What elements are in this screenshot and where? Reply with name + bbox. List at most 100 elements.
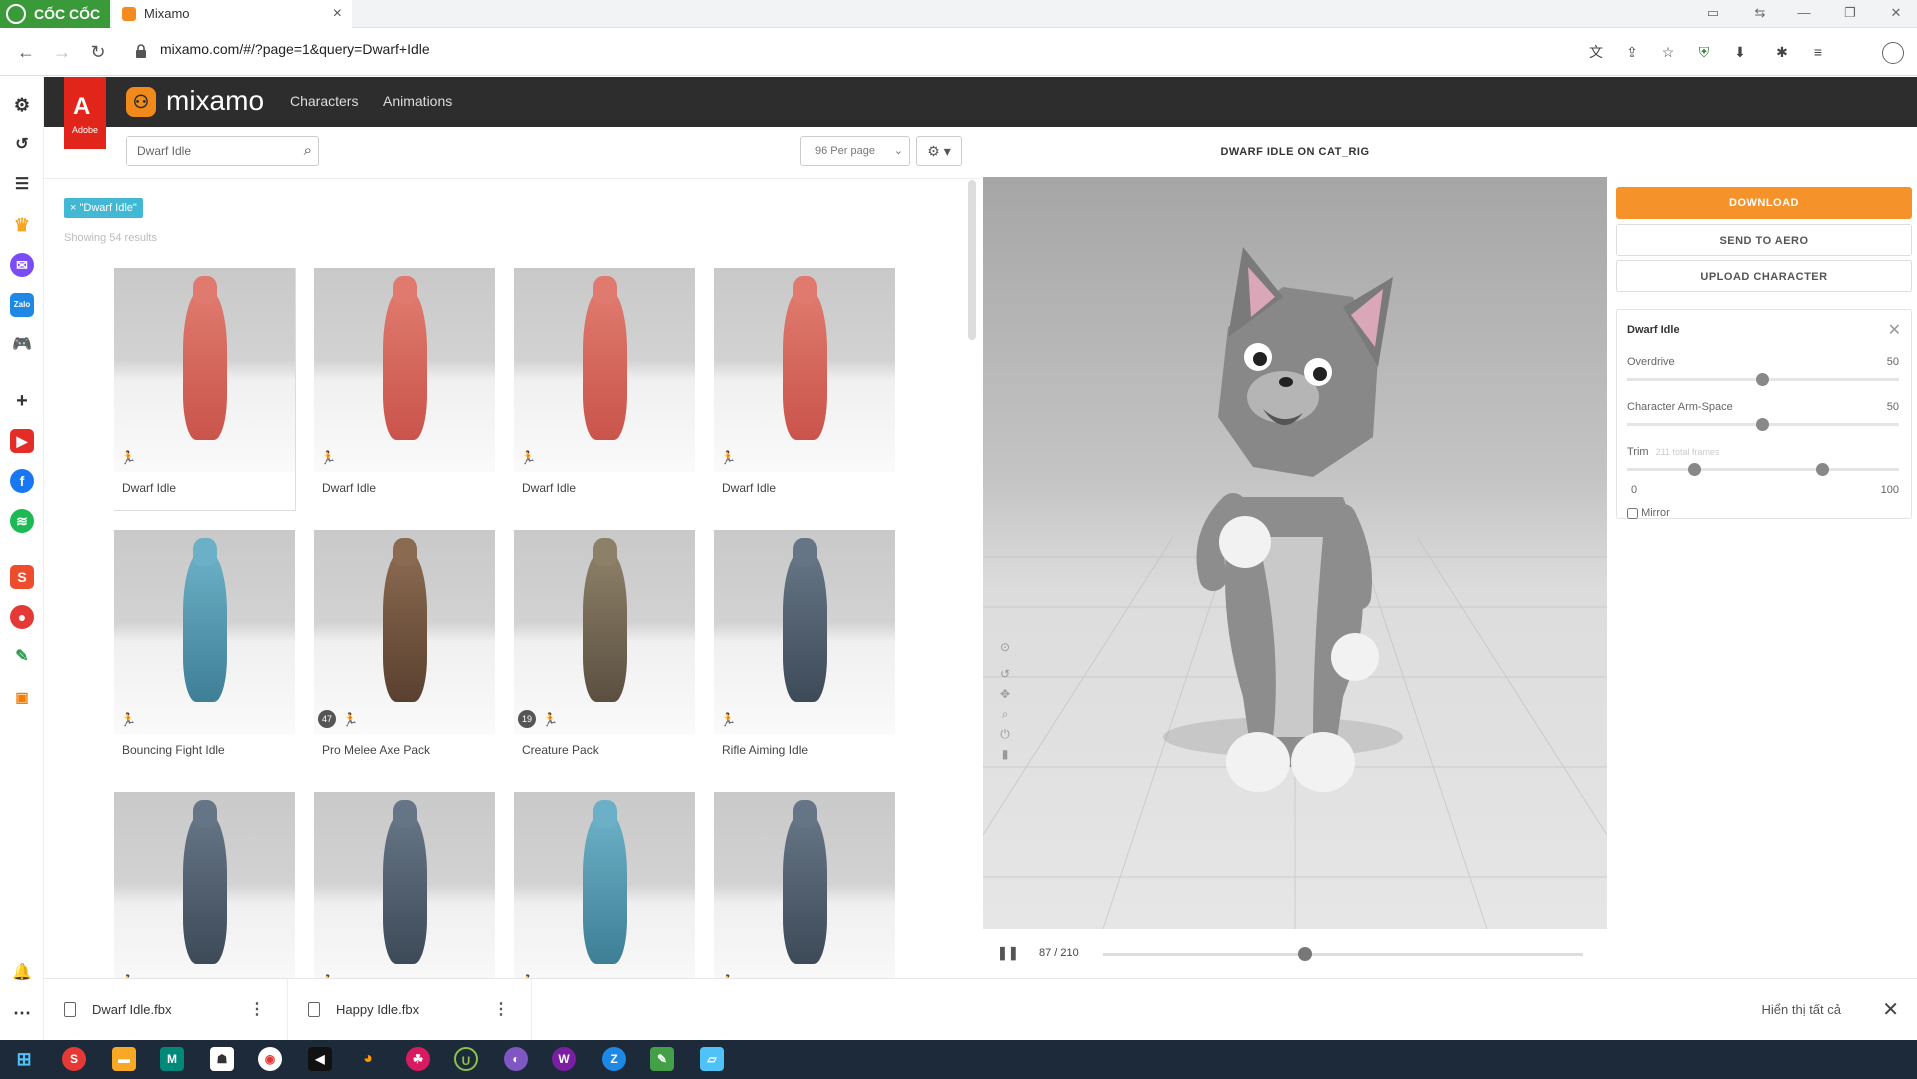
trim-slider[interactable] [1627,463,1899,476]
shopee-icon[interactable]: S [10,565,34,589]
notepad-icon[interactable]: ▱ [700,1047,724,1071]
orange-app-icon[interactable]: ▣ [10,685,34,709]
nav-animations[interactable]: Animations [383,93,452,109]
trim-end-handle[interactable] [1816,463,1829,476]
animation-card[interactable]: 🏃 Dwarf Idle [714,268,895,510]
w-app-icon[interactable]: W [552,1047,576,1071]
maximize-icon[interactable]: ❐ [1830,0,1870,28]
armspace-slider-handle[interactable] [1756,418,1769,431]
antivirus-app-icon[interactable]: S [62,1047,86,1071]
send-to-aero-button[interactable]: SEND TO AERO [1616,224,1912,256]
unreal-icon[interactable]: ◀ [308,1047,332,1071]
animation-card[interactable]: 🏃 [514,792,695,980]
show-all-downloads[interactable]: Hiển thị tất cả [1762,1002,1842,1017]
more-options-icon[interactable]: ⋮ [249,999,265,1019]
more-icon[interactable]: ⋯ [10,1001,34,1025]
u-app-icon[interactable]: U [454,1047,478,1071]
browser-tab[interactable]: Mixamo × [112,0,352,28]
settings-gear-icon[interactable]: ⚙ [10,93,34,117]
nav-characters[interactable]: Characters [290,93,358,109]
zalo-icon[interactable]: Zalo [10,293,34,317]
mixamo-logo-text[interactable]: mixamo [166,85,264,117]
zalo-taskbar-icon[interactable]: Z [602,1047,626,1071]
youtube-icon[interactable]: ▶ [10,429,34,453]
shield-extension-icon[interactable]: ⛨ [1694,42,1714,62]
profile-avatar[interactable] [1882,42,1904,64]
timeline-track[interactable] [1103,947,1583,961]
close-icon[interactable]: ✕ [1888,320,1901,340]
tab-close-icon[interactable]: × [333,0,342,28]
red-app-icon[interactable]: ● [10,605,34,629]
view-settings-button[interactable]: ⚙ ▾ [916,136,962,166]
animation-card[interactable]: 🏃 [314,792,495,980]
animation-card[interactable]: 🏃 Dwarf Idle [314,268,495,510]
file-explorer-icon[interactable]: ▬ [112,1047,136,1071]
game-controller-icon[interactable]: 🎮 [10,333,34,357]
camera-icon[interactable]: ▮ [997,747,1013,763]
browser-brand[interactable]: CỐC CỐC [0,0,110,28]
back-icon[interactable]: ← [14,40,38,64]
results-scrollbar[interactable] [968,180,976,340]
green-app-icon[interactable]: ✎ [10,645,34,669]
animation-card[interactable]: 🏃 [714,792,895,980]
translate-icon[interactable]: 文 [1586,42,1606,62]
overdrive-slider[interactable] [1627,373,1899,386]
armspace-slider[interactable] [1627,418,1899,431]
pan-icon[interactable]: ✥ [997,687,1013,703]
facebook-icon[interactable]: f [10,469,34,493]
animation-card[interactable]: 🏃 [114,792,295,980]
search-input[interactable] [127,137,277,165]
blender-icon[interactable]: ◕ [356,1047,380,1071]
crown-icon[interactable]: ♛ [10,213,34,237]
close-downloads-icon[interactable]: ✕ [1882,997,1899,1022]
windows-start-icon[interactable]: ⊞ [12,1047,36,1071]
camera-reset-icon[interactable]: ⊙ [997,640,1013,656]
url-field[interactable]: mixamo.com/#/?page=1&query=Dwarf+Idle [160,41,430,57]
overdrive-slider-handle[interactable] [1756,373,1769,386]
animation-card[interactable]: 🏃 Dwarf Idle [514,268,695,510]
screenshot-icon[interactable]: ▭ [1693,0,1733,28]
spotify-icon[interactable]: ≋ [10,509,34,533]
more-options-icon[interactable]: ⋮ [493,999,509,1019]
mixamo-logo-icon[interactable]: ⚇ [126,87,156,117]
animation-card[interactable]: 🏃 Rifle Aiming Idle [714,530,895,772]
add-icon[interactable]: + [10,389,34,413]
upload-character-button[interactable]: UPLOAD CHARACTER [1616,260,1912,292]
bookmark-star-icon[interactable]: ☆ [1658,42,1678,62]
download-item[interactable]: Dwarf Idle.fbx ⋮ [44,979,288,1041]
restore-tabs-icon[interactable]: ⇆ [1740,0,1780,28]
search-icon[interactable]: ⌕ [304,142,312,159]
chrome-icon[interactable]: ◉ [258,1047,282,1071]
mirror-checkbox[interactable] [1627,507,1638,519]
animation-card[interactable]: 19 🏃 Creature Pack [514,530,695,772]
animation-card[interactable]: 🏃 Bouncing Fight Idle [114,530,295,772]
power-icon[interactable]: ⏻ [997,727,1013,743]
per-page-select[interactable]: 96 Per page ⌄ [800,136,910,166]
github-icon[interactable]: ◐ [504,1047,528,1071]
green-taskbar-icon[interactable]: ✎ [650,1047,674,1071]
share-icon[interactable]: ⇪ [1622,42,1642,62]
animation-card[interactable]: 🏃 Dwarf Idle [114,268,295,510]
rotate-icon[interactable]: ↺ [997,667,1013,683]
download-icon[interactable]: ⬇ [1730,42,1750,62]
reload-icon[interactable]: ↻ [86,40,110,64]
animation-card[interactable]: 47 🏃 Pro Melee Axe Pack [314,530,495,772]
messenger-icon[interactable]: ✉ [10,253,34,277]
extensions-puzzle-icon[interactable]: ✱ [1772,42,1792,62]
download-item[interactable]: Happy Idle.fbx ⋮ [288,979,532,1041]
mirror-option[interactable]: Mirror [1627,507,1670,519]
m-app-icon[interactable]: M [160,1047,184,1071]
download-button[interactable]: DOWNLOAD [1616,187,1912,219]
reading-list-icon[interactable]: ≡ [1808,42,1828,62]
notification-bell-icon[interactable]: 🔔 [10,961,34,985]
timeline-handle[interactable] [1298,947,1312,961]
window-close-icon[interactable]: ✕ [1876,0,1916,28]
character-app-icon[interactable]: ☗ [210,1047,234,1071]
list-icon[interactable]: ☰ [10,173,34,197]
forward-icon[interactable]: → [50,40,74,64]
3d-viewport[interactable]: ⊙ ↺ ✥ ⌕ ⏻ ▮ [983,177,1607,929]
coccoc-taskbar-icon[interactable]: ☘ [406,1047,430,1071]
pause-icon[interactable]: ❚❚ [997,945,1019,961]
trim-start-handle[interactable] [1688,463,1701,476]
history-icon[interactable]: ↺ [10,133,34,157]
